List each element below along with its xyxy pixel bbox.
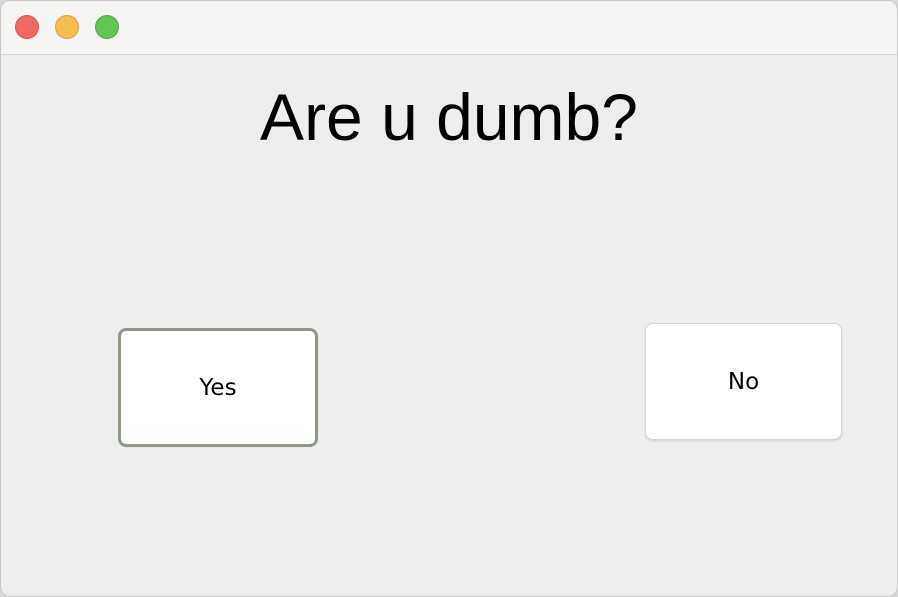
no-button[interactable]: No <box>645 323 842 440</box>
yes-button[interactable]: Yes <box>118 328 318 447</box>
zoom-icon[interactable] <box>95 15 119 39</box>
dialog-content: Are u dumb? Yes No <box>1 55 897 596</box>
app-window: Are u dumb? Yes No <box>0 0 898 597</box>
question-heading: Are u dumb? <box>260 80 638 154</box>
title-bar[interactable] <box>1 1 897 55</box>
minimize-icon[interactable] <box>55 15 79 39</box>
close-icon[interactable] <box>15 15 39 39</box>
